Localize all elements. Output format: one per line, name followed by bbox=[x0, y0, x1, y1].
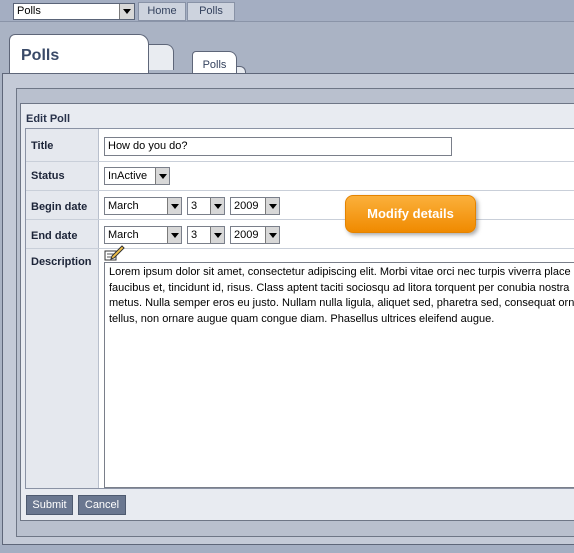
main-content: Edit Poll Title How do you do? Status In… bbox=[2, 73, 574, 545]
tab-polls-sub-label: Polls bbox=[202, 59, 227, 71]
tab-polls-main[interactable]: Polls bbox=[9, 34, 149, 74]
label-column bbox=[26, 129, 99, 488]
status-select-value: InActive bbox=[108, 170, 148, 182]
nav-home-label: Home bbox=[147, 5, 177, 17]
end-date-label: End date bbox=[31, 230, 78, 242]
description-line: metus. Nulla semper eros eu justo. Nulla… bbox=[109, 297, 574, 309]
edit-poll-panel: Edit Poll Title How do you do? Status In… bbox=[20, 103, 574, 521]
nav-polls-link[interactable]: Polls bbox=[187, 2, 235, 21]
chevron-down-icon[interactable] bbox=[210, 227, 224, 243]
edit-poll-form: Title How do you do? Status InActive Beg… bbox=[25, 128, 574, 489]
end-month-select[interactable]: March bbox=[104, 226, 182, 244]
description-textarea[interactable]: Lorem ipsum dolor sit amet, consectetur … bbox=[104, 262, 574, 488]
begin-date-label: Begin date bbox=[31, 201, 88, 213]
description-line: tellus, non ornare augue quam congue dia… bbox=[109, 312, 495, 325]
chevron-down-icon[interactable] bbox=[265, 227, 279, 243]
module-select-value: Polls bbox=[17, 5, 41, 17]
begin-month-select[interactable]: March bbox=[104, 197, 182, 215]
status-select[interactable]: InActive bbox=[104, 167, 170, 185]
begin-month-value: March bbox=[108, 200, 139, 212]
module-select[interactable]: Polls bbox=[13, 3, 135, 20]
title-input-value: How do you do? bbox=[108, 140, 188, 152]
end-day-value: 3 bbox=[191, 229, 198, 241]
end-month-value: March bbox=[108, 229, 139, 241]
page-title: Polls bbox=[21, 47, 60, 64]
chevron-down-icon[interactable] bbox=[167, 198, 181, 214]
row-divider bbox=[26, 219, 574, 220]
status-label: Status bbox=[31, 170, 65, 182]
tab-polls-sub[interactable]: Polls bbox=[192, 51, 237, 73]
begin-year-select[interactable]: 2009 bbox=[230, 197, 280, 215]
cancel-button[interactable]: Cancel bbox=[78, 495, 126, 515]
row-divider bbox=[26, 161, 574, 162]
chevron-down-icon[interactable] bbox=[210, 198, 224, 214]
begin-day-select[interactable]: 3 bbox=[187, 197, 225, 215]
begin-year-value: 2009 bbox=[234, 200, 259, 212]
bottom-strip bbox=[0, 545, 574, 553]
chevron-down-icon[interactable] bbox=[265, 198, 279, 214]
nav-polls-label: Polls bbox=[199, 5, 223, 17]
title-input[interactable]: How do you do? bbox=[104, 137, 452, 156]
end-year-value: 2009 bbox=[234, 229, 259, 241]
modify-details-callout: Modify details bbox=[345, 195, 476, 233]
description-label: Description bbox=[31, 256, 92, 268]
chevron-down-icon[interactable] bbox=[119, 4, 134, 19]
tab-secondary[interactable] bbox=[146, 44, 174, 70]
description-line: Lorem ipsum dolor sit amet, consectetur … bbox=[109, 266, 571, 278]
chevron-down-icon[interactable] bbox=[167, 227, 181, 243]
pencil-note-icon[interactable] bbox=[104, 244, 126, 261]
begin-day-value: 3 bbox=[191, 200, 198, 212]
chevron-down-icon[interactable] bbox=[155, 168, 169, 184]
end-year-select[interactable]: 2009 bbox=[230, 226, 280, 244]
title-label: Title bbox=[31, 140, 54, 152]
row-divider bbox=[26, 190, 574, 191]
panel-title: Edit Poll bbox=[26, 113, 70, 125]
top-bar: Polls Home Polls bbox=[0, 0, 574, 22]
nav-home-link[interactable]: Home bbox=[138, 2, 186, 21]
description-line: faucibus et, tincidunt id, risus. Class … bbox=[109, 281, 570, 294]
submit-button[interactable]: Submit bbox=[26, 495, 73, 515]
end-day-select[interactable]: 3 bbox=[187, 226, 225, 244]
